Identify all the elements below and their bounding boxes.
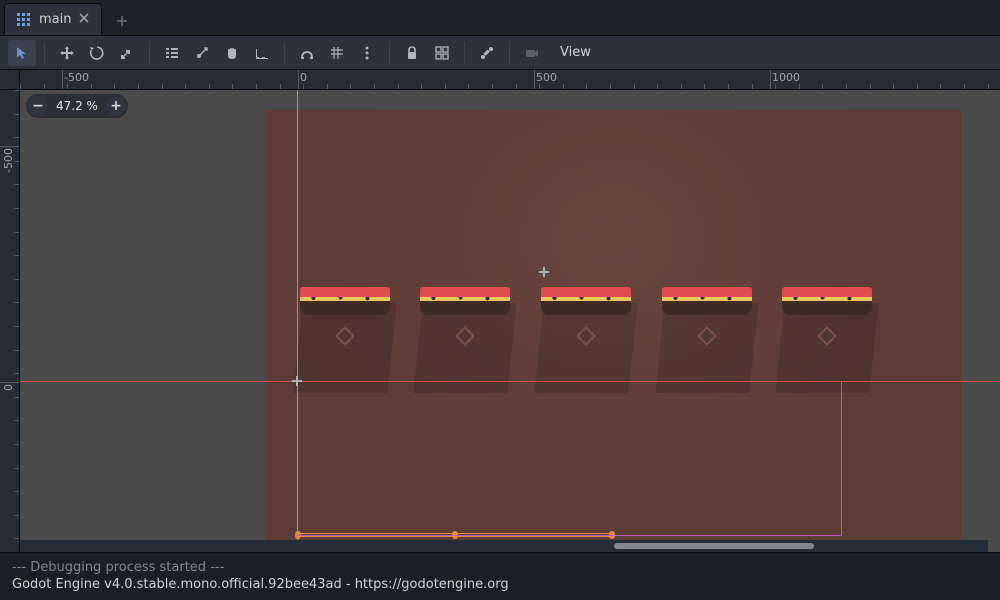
move-tool-button[interactable] — [53, 40, 81, 66]
scene-tab-bar: main — [0, 0, 1000, 36]
smart-snap-button[interactable] — [293, 40, 321, 66]
zoom-value[interactable]: 47.2 % — [54, 99, 100, 113]
grid-snap-button[interactable] — [323, 40, 351, 66]
view-menu-label: View — [560, 45, 591, 60]
pivot-tool-button[interactable] — [188, 40, 216, 66]
output-line: Godot Engine v4.0.stable.mono.official.9… — [12, 577, 509, 592]
rotate-tool-button[interactable] — [83, 40, 111, 66]
close-icon[interactable] — [79, 12, 89, 27]
x-axis-line — [20, 381, 1000, 382]
ruler-corner — [0, 70, 20, 90]
scale-tool-button[interactable] — [113, 40, 141, 66]
ruler-vertical[interactable]: -5000 — [0, 90, 20, 552]
scene-tab-label: main — [39, 12, 71, 27]
list-select-button[interactable] — [158, 40, 186, 66]
add-scene-button[interactable] — [108, 7, 136, 35]
y-axis-line — [297, 90, 298, 540]
zoom-control: − 47.2 % + — [26, 94, 128, 118]
zoom-out-button[interactable]: − — [28, 96, 48, 116]
scrollbar-thumb[interactable] — [614, 543, 814, 549]
camera-preview-button[interactable] — [518, 40, 546, 66]
zoom-in-button[interactable]: + — [106, 96, 126, 116]
canvas-viewport[interactable]: − 47.2 % + — [20, 90, 1000, 540]
lock-button[interactable] — [398, 40, 426, 66]
view-menu-button[interactable]: View — [548, 40, 603, 66]
group-button[interactable] — [428, 40, 456, 66]
select-tool-button[interactable] — [8, 40, 36, 66]
ruler-horizontal[interactable]: -50005001000 — [20, 70, 1000, 90]
output-panel: --- Debugging process started --- Godot … — [0, 552, 1000, 600]
snap-options-button[interactable] — [353, 40, 381, 66]
pan-tool-button[interactable] — [218, 40, 246, 66]
horizontal-scrollbar[interactable] — [20, 540, 988, 552]
bone-button[interactable] — [473, 40, 501, 66]
scene-tab-main[interactable]: main — [4, 3, 102, 35]
node-anchor-icon — [539, 267, 549, 277]
camera-rect — [297, 381, 842, 536]
output-line: --- Debugging process started --- — [12, 560, 224, 575]
canvas-2d-editor: -50005001000 -5000 − 47.2 % + — [0, 70, 1000, 552]
ruler-tool-button[interactable] — [248, 40, 276, 66]
origin-anchor-icon — [292, 376, 302, 386]
canvas-toolbar: View — [0, 36, 1000, 70]
scene-grid-icon — [17, 13, 31, 27]
